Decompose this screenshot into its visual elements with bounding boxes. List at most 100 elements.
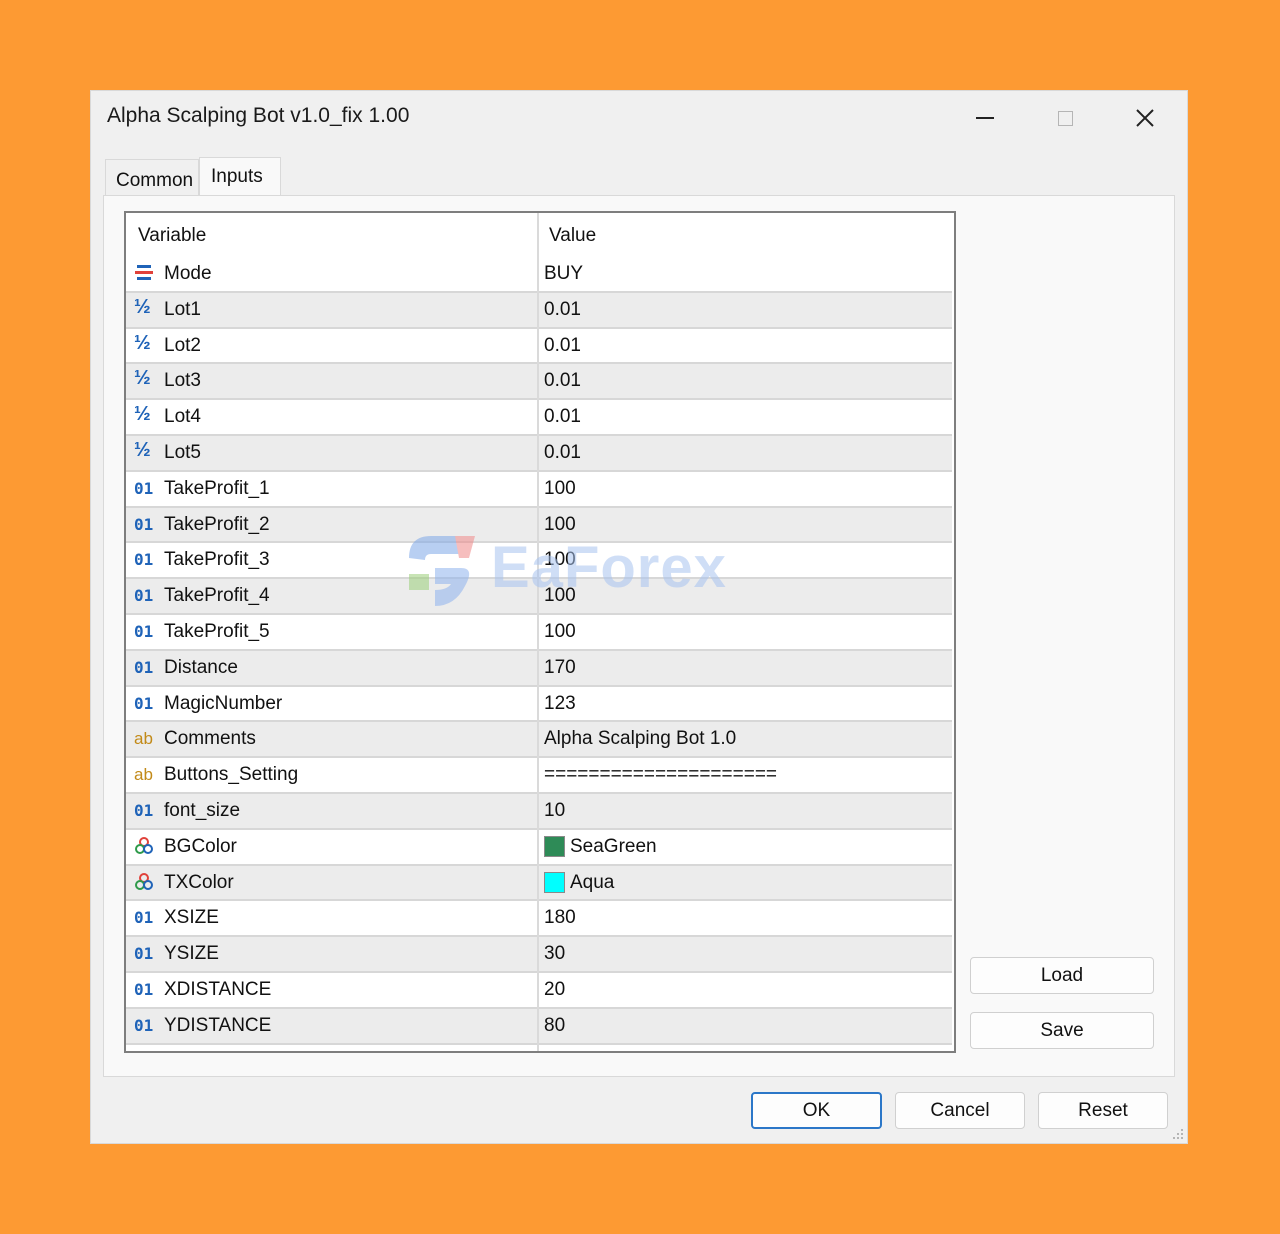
integer-icon: 01 (134, 586, 154, 606)
tab-common[interactable]: Common (105, 159, 199, 196)
double-icon: ½ (134, 403, 151, 426)
table-row[interactable]: 01 YSIZE 30 (126, 937, 952, 973)
variable-value[interactable]: ===================== (544, 764, 777, 786)
table-row[interactable]: TXColor Aqua (126, 865, 952, 902)
variable-value[interactable]: 30 (544, 943, 565, 965)
variable-value[interactable]: 0.01 (544, 442, 581, 464)
reset-button[interactable]: Reset (1038, 1092, 1168, 1129)
dialog-window: Alpha Scalping Bot v1.0_fix 1.00 Common … (90, 90, 1188, 1144)
table-row[interactable]: BGColor SeaGreen (126, 829, 952, 866)
title-bar[interactable]: Alpha Scalping Bot v1.0_fix 1.00 (91, 91, 1187, 145)
maximize-button[interactable] (1035, 97, 1095, 139)
variable-value[interactable]: 0.01 (544, 406, 581, 428)
table-row[interactable]: 01 TakeProfit_4 100 (126, 579, 952, 615)
color-swatch (544, 872, 565, 894)
variable-value-text: 0.01 (544, 406, 581, 428)
integer-icon: 01 (134, 478, 154, 498)
variable-name: XDISTANCE (164, 979, 272, 1000)
table-header: Variable Value (126, 213, 952, 257)
integer-icon: 01 (134, 514, 154, 534)
variable-value[interactable]: 0.01 (544, 335, 581, 357)
table-row[interactable]: 01 font_size 10 (126, 794, 952, 830)
variable-value-text: ===================== (544, 764, 778, 786)
table-row[interactable]: 01 TakeProfit_3 100 (126, 543, 952, 580)
variable-value[interactable]: 170 (544, 657, 576, 679)
variable-name: BGColor (164, 835, 237, 857)
integer-icon: 01 (134, 908, 154, 928)
table-row[interactable]: 01 XSIZE 180 (126, 901, 952, 938)
table-row[interactable]: ½ Lot1 0.01 (126, 292, 952, 329)
double-icon: ½ (134, 331, 151, 354)
table-row[interactable]: 01 XDISTANCE 20 (126, 973, 952, 1009)
table-row[interactable]: ½ Lot5 0.01 (126, 436, 952, 472)
ok-button[interactable]: OK (751, 1092, 882, 1129)
minimize-button[interactable] (955, 97, 1015, 139)
variable-value[interactable]: 0.01 (544, 299, 581, 321)
variable-value-text: 0.01 (544, 298, 581, 320)
cancel-button[interactable]: Cancel (895, 1092, 1025, 1129)
integer-icon: 01 (134, 944, 154, 964)
variable-value-text: 30 (544, 943, 566, 965)
column-header-variable[interactable]: Variable (138, 225, 206, 247)
close-icon (1136, 109, 1154, 127)
variable-name: TakeProfit_5 (164, 621, 270, 642)
variable-value-text: 0.01 (544, 442, 581, 463)
variable-name: Buttons_Setting (164, 764, 299, 786)
variable-name: Lot5 (164, 442, 201, 463)
variable-value[interactable]: SeaGreen (544, 836, 657, 858)
double-icon: ½ (134, 367, 151, 390)
variable-value[interactable]: 123 (544, 693, 576, 715)
integer-icon: 01 (134, 1015, 154, 1035)
variable-value[interactable]: 100 (544, 585, 576, 607)
variable-value[interactable]: 180 (544, 907, 576, 929)
variable-value[interactable]: 0.01 (544, 370, 581, 392)
maximize-icon (1057, 110, 1073, 126)
variable-name: XSIZE (164, 907, 219, 929)
variable-value[interactable]: 10 (544, 800, 565, 822)
table-row[interactable]: Mode BUY (126, 257, 952, 293)
variable-value[interactable]: 100 (544, 514, 576, 536)
close-button[interactable] (1115, 97, 1175, 139)
table-row[interactable]: ½ Lot2 0.01 (126, 328, 952, 365)
column-divider[interactable] (537, 213, 539, 1051)
table-row[interactable]: 01 TakeProfit_2 100 (126, 507, 952, 544)
variable-value[interactable]: 20 (544, 979, 565, 1001)
table-row[interactable]: 01 TakeProfit_1 100 (126, 471, 952, 508)
table-row[interactable]: ½ Lot4 0.01 (126, 400, 952, 436)
variable-value-text: 100 (544, 477, 576, 499)
variable-value[interactable]: BUY (544, 263, 583, 285)
table-row[interactable]: 01 TakeProfit_5 100 (126, 615, 952, 651)
table-row[interactable]: 01 Distance 170 (126, 650, 952, 687)
resize-grip-icon[interactable] (1171, 1127, 1185, 1141)
variable-value[interactable]: 100 (544, 478, 576, 500)
variable-value[interactable]: 100 (544, 621, 576, 643)
variable-name: TakeProfit_1 (164, 477, 270, 499)
string-icon: ab (134, 729, 153, 749)
load-button[interactable]: Load (970, 957, 1154, 994)
variable-name: Lot3 (164, 370, 201, 392)
double-icon: ½ (134, 439, 151, 461)
variable-value[interactable]: 80 (544, 1015, 565, 1037)
variable-name: Comments (164, 728, 256, 750)
variable-name: Mode (164, 263, 212, 284)
variable-name: TXColor (164, 871, 234, 893)
variable-name: TakeProfit_3 (164, 549, 270, 571)
variable-value-text: 100 (544, 549, 576, 571)
variable-value-text: 180 (544, 907, 576, 929)
variable-name: Lot4 (164, 406, 201, 428)
variable-value[interactable]: Aqua (544, 872, 614, 894)
table-row[interactable]: ½ Lot3 0.01 (126, 364, 952, 401)
variable-name: Distance (164, 656, 238, 678)
table-row[interactable]: ab Comments Alpha Scalping Bot 1.0 (126, 722, 952, 759)
table-row[interactable]: 01 YDISTANCE 80 (126, 1008, 952, 1045)
column-header-value[interactable]: Value (549, 225, 596, 247)
table-row[interactable]: 01 MagicNumber 123 (126, 686, 952, 723)
variable-value[interactable]: Alpha Scalping Bot 1.0 (544, 728, 736, 750)
variable-value-text: 80 (544, 1014, 566, 1036)
save-button[interactable]: Save (970, 1012, 1154, 1049)
table-row[interactable]: ab Buttons_Setting ===================== (126, 758, 952, 794)
variable-value-text: Aqua (570, 871, 615, 893)
window-title: Alpha Scalping Bot v1.0_fix 1.00 (107, 104, 410, 127)
variable-value[interactable]: 100 (544, 549, 576, 571)
tab-inputs[interactable]: Inputs (199, 157, 281, 196)
